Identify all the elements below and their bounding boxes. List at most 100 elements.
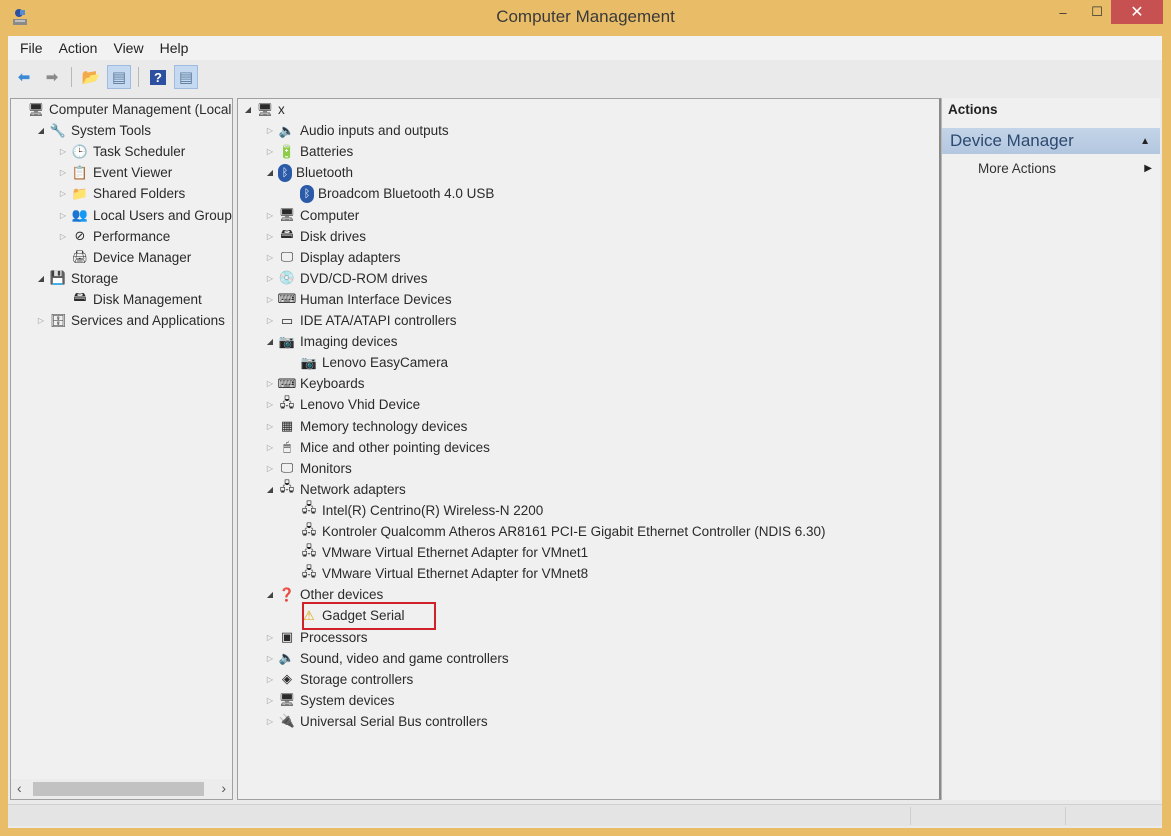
expand-arrow-icon[interactable]: ▷: [264, 422, 276, 431]
actions-pane: Actions Device Manager ▲ More Actions ▶: [941, 98, 1160, 800]
expand-arrow-icon[interactable]: ▷: [57, 232, 69, 241]
expand-arrow-icon[interactable]: ▷: [264, 232, 276, 241]
help-button[interactable]: ?: [146, 65, 170, 89]
clock-icon: 🕒: [71, 143, 89, 159]
maximize-button[interactable]: ☐: [1082, 0, 1112, 24]
more-actions-item[interactable]: More Actions ▶: [978, 158, 1158, 178]
expand-arrow-icon[interactable]: ▷: [264, 696, 276, 705]
expand-arrow-icon[interactable]: ▷: [264, 274, 276, 283]
menu-action[interactable]: Action: [51, 40, 106, 56]
title-bar[interactable]: Computer Management – ☐ ✕: [0, 0, 1171, 36]
show-hide-console-tree-button[interactable]: ▤: [107, 65, 131, 89]
menu-view[interactable]: View: [105, 40, 151, 56]
forward-arrow-icon: ➡: [45, 69, 59, 86]
device-tree-item[interactable]: ▷ ◈ Storage controllers: [264, 669, 413, 690]
device-tree-item[interactable]: ▷ 🖴 Disk drives: [264, 226, 366, 247]
expand-arrow-icon[interactable]: ▷: [264, 400, 276, 409]
device-tree-item[interactable]: ▷ 🔋 Batteries: [264, 141, 353, 162]
menu-file[interactable]: File: [12, 40, 51, 56]
minimize-button[interactable]: –: [1048, 0, 1078, 24]
show-hide-action-pane-button[interactable]: ▤: [174, 65, 198, 89]
expand-arrow-icon[interactable]: ▷: [264, 464, 276, 473]
actions-section-device-manager[interactable]: Device Manager ▲: [942, 128, 1160, 154]
collapse-arrow-icon[interactable]: ◢: [264, 485, 276, 494]
expand-arrow-icon[interactable]: ▷: [57, 189, 69, 198]
status-divider: [1065, 807, 1066, 825]
network-adapter-icon: 🖧: [301, 500, 317, 516]
device-tree-item[interactable]: ▷ 🔌 Universal Serial Bus controllers: [264, 711, 488, 732]
device-tree-item[interactable]: ▷ ⌨ Keyboards: [264, 373, 365, 394]
device-manager-icon: 🖨: [71, 249, 89, 265]
device-tree-item[interactable]: ▷ 🖥 Computer: [264, 205, 359, 226]
device-tree-item[interactable]: ▷ 💿 DVD/CD-ROM drives: [264, 268, 428, 289]
device-tree-item[interactable]: ▷ 🖥 System devices: [264, 690, 395, 711]
expand-arrow-icon[interactable]: ▷: [264, 717, 276, 726]
collapse-caret-icon[interactable]: ▲: [1140, 136, 1150, 147]
menu-help[interactable]: Help: [152, 40, 197, 56]
device-tree-item[interactable]: ▷ 🖱 Mice and other pointing devices: [264, 437, 490, 458]
device-tree-item[interactable]: ▷ 🔈 Sound, video and game controllers: [264, 648, 509, 669]
device-tree-item[interactable]: ▷ 🖧 Lenovo Vhid Device: [264, 394, 420, 415]
collapse-arrow-icon[interactable]: ◢: [35, 126, 47, 135]
device-tree-item[interactable]: ▷ 🔈 Audio inputs and outputs: [264, 120, 449, 141]
device-tree-item[interactable]: ◢ 🖧 Network adapters: [264, 479, 406, 500]
device-tree-item[interactable]: ▷ ▦ Memory technology devices: [264, 416, 467, 437]
console-tree-item[interactable]: ▷ ⊘ Performance: [57, 226, 170, 247]
tree-item-label: Performance: [93, 228, 171, 244]
expand-arrow-icon[interactable]: ▷: [57, 147, 69, 156]
console-tree-item[interactable]: ◢ 🔧 System Tools: [35, 120, 151, 141]
device-tree-item[interactable]: 📷 Lenovo EasyCamera: [286, 352, 448, 373]
forward-button[interactable]: ➡: [40, 65, 64, 89]
close-button[interactable]: ✕: [1111, 0, 1163, 24]
expand-arrow-icon[interactable]: ▷: [264, 379, 276, 388]
console-tree-item[interactable]: ▷ 📋 Event Viewer: [57, 162, 172, 183]
expand-arrow-icon[interactable]: ▷: [264, 633, 276, 642]
device-tree-item[interactable]: ◢ 🖥 x: [242, 99, 285, 120]
expand-arrow-icon[interactable]: ▷: [264, 211, 276, 220]
scrollbar-thumb[interactable]: [33, 782, 204, 796]
collapse-arrow-icon[interactable]: ◢: [264, 337, 276, 346]
device-tree-item[interactable]: 🖧 VMware Virtual Ethernet Adapter for VMn…: [286, 542, 588, 563]
collapse-arrow-icon[interactable]: ◢: [264, 168, 276, 177]
console-tree-item[interactable]: 🖴 Disk Management: [57, 289, 201, 310]
expand-arrow-icon[interactable]: ▷: [264, 295, 276, 304]
console-tree-item[interactable]: 🖥 Computer Management (Local: [13, 99, 232, 120]
device-tree-item[interactable]: ▷ ▭ IDE ATA/ATAPI controllers: [264, 310, 457, 331]
console-tree-item[interactable]: ▷ 📁 Shared Folders: [57, 183, 185, 204]
device-tree-item[interactable]: 🖧 Intel(R) Centrino(R) Wireless-N 2200: [286, 500, 544, 521]
device-tree-item[interactable]: ▷ 🖵 Monitors: [264, 458, 352, 479]
console-tree-item[interactable]: 🖨 Device Manager: [57, 247, 192, 268]
hid-icon: ⌨: [277, 291, 297, 307]
expand-arrow-icon[interactable]: ▷: [57, 168, 69, 177]
tree-item-label: Lenovo EasyCamera: [322, 355, 449, 371]
expand-arrow-icon[interactable]: ▷: [264, 253, 276, 262]
collapse-arrow-icon[interactable]: ◢: [264, 590, 276, 599]
console-tree-item[interactable]: ◢ 💾 Storage: [35, 268, 118, 289]
up-level-button[interactable]: 📂: [79, 65, 103, 89]
expand-arrow-icon[interactable]: ▷: [264, 316, 276, 325]
horizontal-scrollbar[interactable]: ‹ ›: [11, 779, 232, 799]
expand-arrow-icon[interactable]: ▷: [264, 675, 276, 684]
device-tree-item[interactable]: ◢ 📷 Imaging devices: [264, 331, 398, 352]
console-tree-item[interactable]: ▷ 👥 Local Users and Groups: [57, 205, 232, 226]
expand-arrow-icon[interactable]: ▷: [57, 211, 69, 220]
camera-icon: 📷: [278, 333, 296, 349]
device-tree-item[interactable]: 🖧 Kontroler Qualcomm Atheros AR8161 PCI-E…: [286, 521, 826, 542]
expand-arrow-icon[interactable]: ▷: [264, 443, 276, 452]
device-tree-item[interactable]: ◢ ᛒ Bluetooth: [264, 162, 353, 183]
scroll-right-icon[interactable]: ›: [221, 780, 226, 796]
collapse-arrow-icon[interactable]: ◢: [35, 274, 47, 283]
device-tree-item[interactable]: ▷ 🖵 Display adapters: [264, 247, 401, 268]
device-tree-item[interactable]: ▷ ⌨ Human Interface Devices: [264, 289, 452, 310]
console-tree-item[interactable]: ▷ 🕒 Task Scheduler: [57, 141, 185, 162]
expand-arrow-icon[interactable]: ▷: [35, 316, 47, 325]
collapse-arrow-icon[interactable]: ◢: [242, 105, 254, 114]
expand-arrow-icon[interactable]: ▷: [264, 147, 276, 156]
expand-arrow-icon[interactable]: ▷: [264, 654, 276, 663]
back-button[interactable]: ⬅: [12, 65, 36, 89]
device-tree-item[interactable]: ᛒ Broadcom Bluetooth 4.0 USB: [286, 183, 494, 204]
expand-arrow-icon[interactable]: ▷: [264, 126, 276, 135]
scroll-left-icon[interactable]: ‹: [17, 780, 22, 796]
device-tree-item[interactable]: 🖧 VMware Virtual Ethernet Adapter for VMn…: [286, 563, 588, 584]
console-tree-item[interactable]: ▷ 🗄 Services and Applications: [35, 310, 225, 331]
